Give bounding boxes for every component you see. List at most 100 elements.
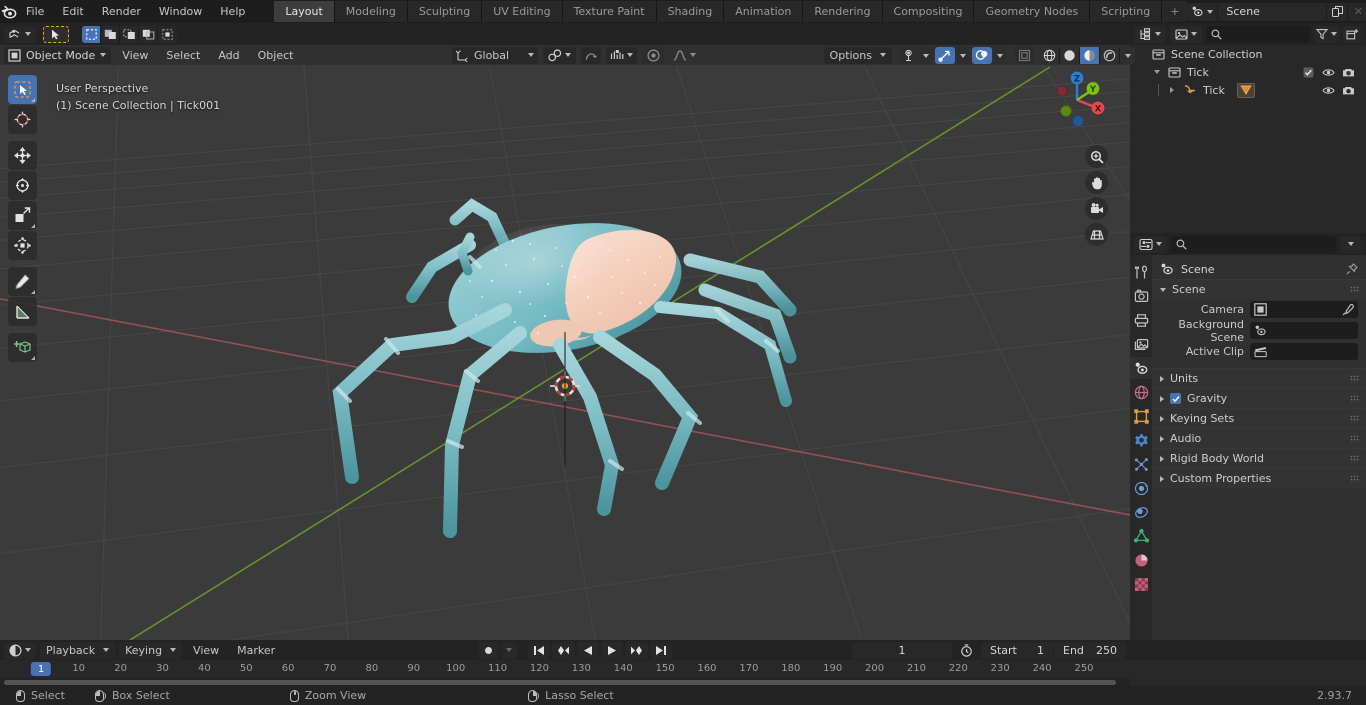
tab-data-icon[interactable] (1130, 525, 1152, 547)
workspace-tab-compositing[interactable]: Compositing (882, 1, 975, 22)
timeline-editor-type-selector[interactable] (4, 641, 36, 659)
move-tool[interactable] (8, 141, 37, 170)
editor-type-selector[interactable] (4, 25, 36, 43)
tab-physics-icon[interactable] (1130, 477, 1152, 499)
scrollbar-thumb[interactable] (4, 679, 1116, 685)
current-frame-field[interactable]: 1 (852, 641, 952, 659)
measure-tool[interactable] (8, 297, 37, 326)
tab-world-icon[interactable] (1130, 381, 1152, 403)
camera-field[interactable] (1250, 301, 1358, 318)
menu-edit[interactable]: Edit (53, 3, 92, 21)
camera-icon[interactable] (1085, 197, 1108, 220)
play-button[interactable] (601, 641, 623, 659)
shading-options-chevron[interactable] (1120, 47, 1135, 64)
timeline-playhead[interactable]: 1 (30, 662, 52, 676)
hide-in-viewport-eye-icon[interactable] (1318, 85, 1338, 96)
end-frame-field[interactable]: End 250 (1054, 641, 1126, 659)
tab-render-icon[interactable] (1130, 285, 1152, 307)
ortho-grid-icon[interactable] (1085, 223, 1108, 246)
workspace-tab-animation[interactable]: Animation (724, 1, 804, 22)
tab-modifier-icon[interactable] (1130, 429, 1152, 451)
panel-header-scene[interactable]: Scene (1152, 279, 1366, 299)
workspace-tab-layout[interactable]: Layout (274, 1, 335, 22)
eyedropper-icon[interactable] (1342, 303, 1354, 316)
viewport-menu-select[interactable]: Select (159, 47, 207, 64)
scene-name-field[interactable]: Scene (1218, 2, 1327, 21)
tab-texture-icon[interactable] (1130, 573, 1152, 595)
menu-render[interactable]: Render (93, 3, 150, 21)
add-cube-tool[interactable] (8, 333, 37, 362)
tab-view-layer-icon[interactable] (1130, 333, 1152, 355)
menu-file[interactable]: File (17, 3, 53, 21)
workspace-tab-geometry-nodes[interactable]: Geometry Nodes (974, 1, 1091, 22)
select-extend-mode[interactable] (101, 25, 120, 43)
panel-header-custom-properties[interactable]: Custom Properties (1152, 468, 1366, 488)
select-box-mode[interactable] (82, 25, 101, 43)
timeline-horizontal-scrollbar[interactable] (0, 678, 1130, 686)
viewport-menu-view[interactable]: View (115, 47, 155, 64)
annotate-tool[interactable] (8, 267, 37, 296)
workspace-tab-shading[interactable]: Shading (656, 1, 725, 22)
scene-icon[interactable] (1187, 2, 1218, 21)
viewport-menu-add[interactable]: Add (211, 47, 246, 64)
falloff-curve-selector[interactable] (670, 47, 699, 64)
start-frame-field[interactable]: Start 1 (981, 641, 1053, 659)
cursor-tool[interactable] (8, 105, 37, 134)
show-gizmo-toggle[interactable] (935, 47, 955, 64)
use-preview-range-icon[interactable] (956, 642, 977, 659)
transform-orientation-selector[interactable]: Global (452, 46, 539, 64)
hide-in-viewport-eye-icon[interactable] (1318, 67, 1338, 78)
panel-header-rigid-body-world[interactable]: Rigid Body World (1152, 448, 1366, 468)
active-tool-indicator[interactable] (43, 25, 69, 43)
jump-to-next-keyframe-button[interactable] (625, 641, 648, 659)
outliner-filter-button[interactable] (1314, 25, 1339, 43)
add-workspace-button[interactable]: + (1162, 1, 1188, 22)
scene-selector[interactable]: Scene ✕ (1187, 2, 1366, 21)
auto-keying-options-chevron[interactable] (501, 641, 517, 659)
viewport-menu-object[interactable]: Object (251, 47, 301, 64)
timeline-menu-view[interactable]: View (186, 642, 226, 659)
tab-material-icon[interactable] (1130, 549, 1152, 571)
outliner-display-mode-selector[interactable] (1170, 25, 1202, 43)
zoom-icon[interactable] (1085, 145, 1108, 168)
workspace-tab-texture-paint[interactable]: Texture Paint (562, 1, 657, 22)
tab-constraint-icon[interactable] (1130, 501, 1152, 523)
timeline-menu-marker[interactable]: Marker (230, 642, 282, 659)
workspace-tab-sculpting[interactable]: Sculpting (407, 1, 483, 22)
timeline-ruler[interactable]: 10 20 30 40 50 60 70 80 90 100 110 120 130 140 150 160 1… (0, 660, 1130, 678)
scale-tool[interactable] (8, 201, 37, 230)
auto-keying-toggle[interactable] (478, 641, 499, 659)
outliner-row-scene-collection[interactable]: Scene Collection (1130, 45, 1366, 63)
mesh-data-icon[interactable] (1236, 82, 1255, 98)
panel-header-gravity[interactable]: Gravity (1152, 388, 1366, 408)
panel-header-units[interactable]: Units (1152, 368, 1366, 388)
select-invert-mode[interactable] (139, 25, 158, 43)
menu-help[interactable]: Help (211, 3, 254, 21)
wireframe-shading-button[interactable] (1040, 47, 1060, 64)
panel-header-keying-sets[interactable]: Keying Sets (1152, 408, 1366, 428)
play-reverse-button[interactable] (577, 641, 599, 659)
outliner-row-tick-object[interactable]: Tick (1130, 81, 1366, 99)
keying-popover-button[interactable]: Keying (119, 641, 183, 659)
select-intersect-mode[interactable] (158, 25, 177, 43)
properties-options-chevron[interactable] (1340, 235, 1362, 253)
outliner-editor-type-selector[interactable] (1134, 25, 1166, 43)
rotate-tool[interactable] (8, 171, 37, 200)
new-collection-button[interactable] (1343, 25, 1362, 43)
gizmo-options-chevron[interactable] (957, 47, 969, 64)
snap-magnet-toggle[interactable] (606, 46, 638, 64)
exclude-checkbox[interactable] (1298, 67, 1318, 78)
active-clip-field[interactable] (1250, 343, 1358, 360)
pan-hand-icon[interactable] (1085, 171, 1108, 194)
properties-search-input[interactable] (1171, 235, 1336, 253)
tab-tool-icon[interactable] (1130, 261, 1152, 283)
pin-icon[interactable] (1346, 263, 1358, 275)
properties-editor-type-selector[interactable] (1134, 235, 1167, 253)
blender-logo-icon[interactable] (0, 0, 17, 23)
outliner-row-tick-collection[interactable]: Tick (1130, 63, 1366, 81)
3d-viewport[interactable]: User Perspective (1) Scene Collection | … (0, 45, 1130, 640)
playback-popover-button[interactable]: Playback (40, 641, 116, 659)
select-subtract-mode[interactable] (120, 25, 139, 43)
object-visibility-selector[interactable] (900, 47, 932, 64)
overlay-options-chevron[interactable] (994, 47, 1006, 64)
